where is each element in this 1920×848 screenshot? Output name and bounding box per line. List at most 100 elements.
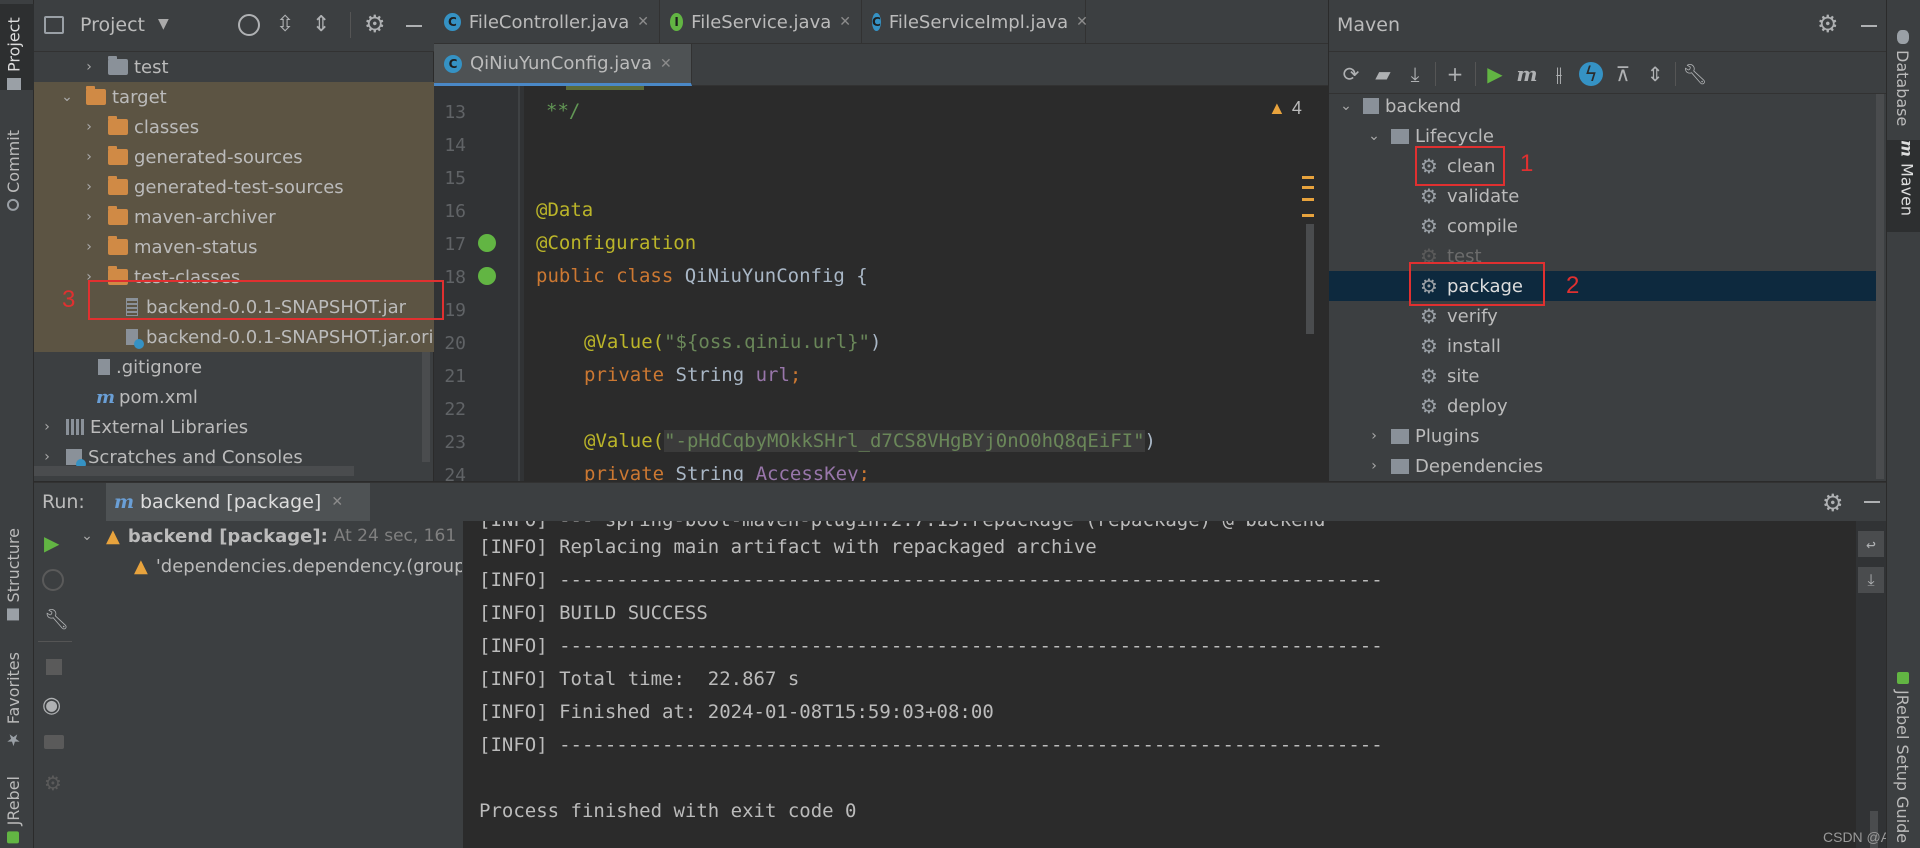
tab-qiniuyun-config[interactable]: C QiNiuYunConfig.java ✕ [434,44,692,86]
chevron-right-icon[interactable]: › [82,149,96,165]
chevron-right-icon[interactable]: › [82,239,96,255]
goal-compile[interactable]: ⚙ compile [1419,211,1518,241]
gear-icon[interactable]: ⚙ [364,10,386,38]
tab-file-service[interactable]: I FileService.java ✕ [660,0,862,44]
chevron-right-icon[interactable]: › [40,419,54,435]
tree-item-classes[interactable]: › classes [34,112,434,142]
run-tree-child[interactable]: ▲ 'dependencies.dependency.(group [134,551,462,581]
camera-icon[interactable] [44,735,64,749]
scroll-to-end-icon[interactable]: ⤓ [1858,567,1884,593]
chevron-right-icon[interactable]: › [40,449,54,465]
run-icon[interactable]: ▶ [1483,62,1507,86]
wrench-icon[interactable]: 🔧︎ [1682,62,1707,86]
console-output[interactable]: [INFO] --- spring-boot-maven-plugin:2.7.… [463,521,1886,848]
close-icon[interactable]: ✕ [660,56,672,72]
folder-icon [108,176,128,195]
tree-item-maven-archiver[interactable]: › maven-archiver [34,202,434,232]
collapse-all-icon[interactable]: ⇕ [1643,62,1667,86]
expand-all-icon[interactable]: ⇳ [276,12,294,37]
view-dropdown-icon[interactable]: ▼ [158,16,169,32]
goal-deploy[interactable]: ⚙ deploy [1419,391,1508,421]
maven-plugins[interactable]: › Plugins [1367,421,1479,451]
chevron-down-icon[interactable]: ⌄ [1367,128,1381,144]
maven-dependencies[interactable]: › Dependencies [1367,451,1543,481]
tree-item-label: .gitignore [116,356,203,378]
commit-tool-tab[interactable]: Commit [4,130,23,211]
tree-item-target[interactable]: ⌄ target [34,82,434,112]
hide-panel-icon[interactable] [406,25,422,27]
warning-stripe[interactable] [1302,186,1314,189]
rerun-icon[interactable]: ▶ [44,531,59,555]
eye-icon[interactable]: ◉ [42,693,61,718]
editor-scrollbar[interactable] [1306,224,1314,334]
run-tab-backend-package[interactable]: m backend [package] ✕ [106,483,370,521]
close-icon[interactable]: ✕ [839,14,851,30]
gear-icon[interactable]: ⚙ [1822,489,1844,517]
spring-config-icon[interactable] [478,267,496,285]
chevron-right-icon[interactable]: › [1367,458,1381,474]
jrebel-guide-tool-tab[interactable]: JRebel Setup Guide [1893,672,1912,843]
reload-icon[interactable]: ⟳ [1339,62,1363,86]
reload-folder-icon[interactable]: ▰ [1371,62,1395,86]
chevron-right-icon[interactable]: › [82,179,96,195]
tree-item-pom[interactable]: m pom.xml [34,382,434,412]
chevron-right-icon[interactable]: › [82,119,96,135]
tree-item-generated-test-sources[interactable]: › generated-test-sources [34,172,434,202]
warning-stripe[interactable] [1302,198,1314,201]
vertical-scrollbar[interactable] [422,352,430,462]
close-icon[interactable]: ✕ [1076,14,1088,30]
gear-icon[interactable]: ⚙ [1817,10,1839,38]
goal-install[interactable]: ⚙ install [1419,331,1501,361]
maven-goal-icon[interactable]: m [1515,62,1539,86]
code-area[interactable]: **/ @Data @Configuration public class Qi… [524,86,1314,481]
chevron-down-icon[interactable]: ⌄ [80,528,94,544]
maven-tool-label: Maven [1897,162,1917,216]
soft-wrap-icon[interactable]: ↩ [1858,531,1884,557]
chevron-down-icon[interactable]: ⌄ [1339,98,1353,114]
tree-item-test[interactable]: › test [34,52,434,82]
tree-item-maven-status[interactable]: › maven-status [34,232,434,262]
wrench-icon[interactable]: 🔧︎ [44,607,69,631]
console-line: [INFO] ---------------------------------… [479,569,1383,591]
goal-site[interactable]: ⚙ site [1419,361,1479,391]
hide-panel-icon[interactable] [1864,501,1880,503]
close-icon[interactable]: ✕ [331,494,343,510]
tab-file-service-impl[interactable]: C FileServiceImpl.java ✕ [862,0,1088,44]
collapse-all-icon[interactable]: ⇕ [312,12,330,37]
chevron-down-icon[interactable]: ⌄ [60,89,74,105]
run-tree-root[interactable]: ⌄ ▲ backend [package]: At 24 sec, 161 ms [80,521,462,551]
horizontal-scrollbar[interactable] [34,466,354,476]
show-dependencies-icon[interactable]: ⊼ [1611,62,1635,86]
database-tool-tab[interactable]: Database [1893,30,1912,126]
skip-tests-icon[interactable]: ϟ [1579,62,1603,86]
tab-file-controller[interactable]: C FileController.java ✕ [434,0,660,44]
stop-icon[interactable] [46,659,62,675]
warning-stripe[interactable] [1302,214,1314,217]
project-tool-tab[interactable]: Project [0,4,34,90]
tree-item-gitignore[interactable]: .gitignore [34,352,434,382]
favorites-tool-tab[interactable]: ★ Favorites [4,652,23,749]
locate-icon[interactable] [238,14,260,36]
chevron-right-icon[interactable]: › [82,59,96,75]
line-number: 17 [444,234,466,255]
tree-item-snapshot-jar-original[interactable]: backend-0.0.1-SNAPSHOT.jar.ori [34,322,434,352]
debug-icon[interactable] [42,569,64,591]
close-icon[interactable]: ✕ [637,14,649,30]
chevron-right-icon[interactable]: › [1367,428,1381,444]
settings-icon[interactable]: ⚙ [44,771,62,795]
inspection-widget[interactable]: ▲ 4 ✔ 6 ⌃ ⌄ [1268,98,1314,119]
chevron-right-icon[interactable]: › [82,209,96,225]
download-icon[interactable]: ⤓ [1403,62,1427,86]
structure-tool-tab[interactable]: Structure [4,528,23,621]
warning-stripe[interactable] [1302,176,1314,179]
tree-item-generated-sources[interactable]: › generated-sources [34,142,434,172]
tree-item-external-libraries[interactable]: › External Libraries [34,412,434,442]
maven-root-backend[interactable]: ⌄ backend [1339,91,1461,121]
jrebel-tool-tab[interactable]: JRebel [4,776,23,844]
add-icon[interactable]: + [1443,62,1467,86]
hide-panel-icon[interactable] [1861,25,1877,27]
maven-scrollbar[interactable] [1876,94,1884,479]
toggle-offline-icon[interactable]: ⫲ [1547,62,1571,86]
maven-tool-tab[interactable]: m Maven [1887,140,1920,232]
spring-bean-icon[interactable] [478,234,496,252]
